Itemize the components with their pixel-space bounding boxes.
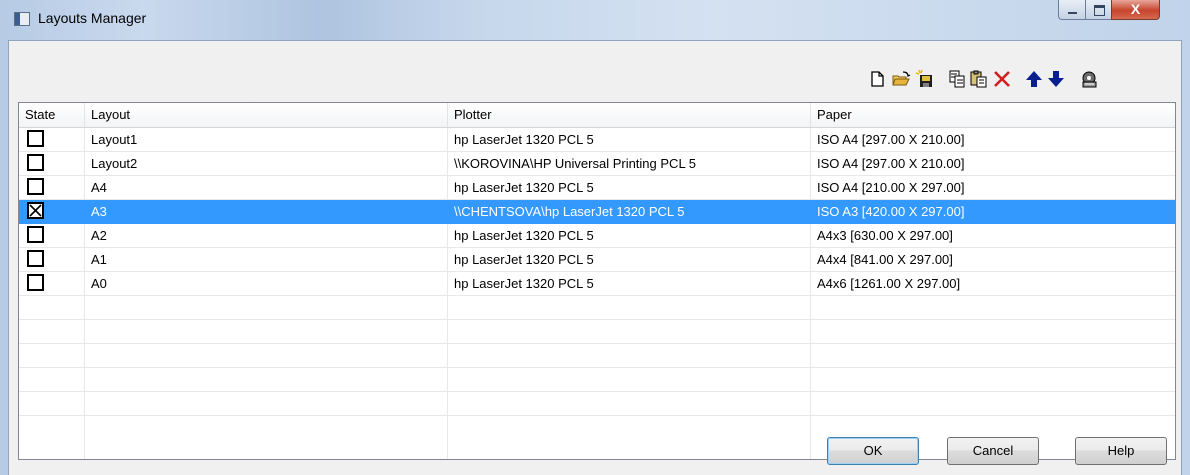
state-cell bbox=[19, 248, 85, 271]
state-checkbox[interactable] bbox=[27, 250, 44, 267]
empty-row bbox=[19, 344, 1175, 368]
table-row-selected[interactable]: A3 \\CHENTSOVA\hp LaserJet 1320 PCL 5 IS… bbox=[19, 200, 1175, 224]
table-row[interactable]: A4 hp LaserJet 1320 PCL 5 ISO A4 [210.00… bbox=[19, 176, 1175, 200]
plotter-cell: hp LaserJet 1320 PCL 5 bbox=[454, 180, 594, 195]
table-row[interactable]: Layout2 \\KOROVINA\HP Universal Printing… bbox=[19, 152, 1175, 176]
maximize-button[interactable] bbox=[1085, 0, 1112, 20]
layout-cell: A0 bbox=[91, 276, 107, 291]
header-state[interactable]: State bbox=[19, 103, 85, 127]
state-cell bbox=[19, 272, 85, 295]
table-row[interactable]: A2 hp LaserJet 1320 PCL 5 A4x3 [630.00 X… bbox=[19, 224, 1175, 248]
state-cell bbox=[19, 152, 85, 175]
close-icon: X bbox=[1130, 1, 1141, 17]
save-new-icon[interactable] bbox=[915, 69, 935, 89]
paper-cell: A4x3 [630.00 X 297.00] bbox=[817, 228, 953, 243]
plotter-cell: \\CHENTSOVA\hp LaserJet 1320 PCL 5 bbox=[454, 204, 685, 219]
state-checkbox[interactable] bbox=[27, 154, 44, 171]
plotter-cell: hp LaserJet 1320 PCL 5 bbox=[454, 132, 594, 147]
paper-cell: A4x6 [1261.00 X 297.00] bbox=[817, 276, 961, 291]
state-checkbox[interactable] bbox=[27, 178, 44, 195]
minimize-button[interactable] bbox=[1058, 0, 1086, 20]
dialog-client-area: State Layout Plotter Paper Layout1 hp La… bbox=[8, 40, 1182, 475]
paste-icon[interactable] bbox=[969, 69, 989, 89]
paper-cell: ISO A4 [297.00 X 210.00] bbox=[817, 132, 965, 147]
state-cell bbox=[19, 200, 85, 223]
paper-cell: ISO A3 [420.00 X 297.00] bbox=[817, 204, 965, 219]
state-checkbox-checked[interactable] bbox=[27, 202, 44, 219]
layout-cell: A4 bbox=[91, 180, 107, 195]
table-row[interactable]: A1 hp LaserJet 1320 PCL 5 A4x4 [841.00 X… bbox=[19, 248, 1175, 272]
plotter-cell: \\KOROVINA\HP Universal Printing PCL 5 bbox=[454, 156, 697, 171]
app-icon bbox=[14, 12, 30, 26]
paper-cell: ISO A4 [210.00 X 297.00] bbox=[817, 180, 965, 195]
move-up-icon[interactable] bbox=[1024, 69, 1044, 89]
cancel-button[interactable]: Cancel bbox=[947, 437, 1039, 465]
state-cell bbox=[19, 128, 85, 151]
header-paper[interactable]: Paper bbox=[811, 103, 1175, 127]
move-down-icon[interactable] bbox=[1046, 69, 1066, 89]
state-cell bbox=[19, 176, 85, 199]
help-button[interactable]: Help bbox=[1075, 437, 1167, 465]
state-checkbox[interactable] bbox=[27, 226, 44, 243]
layout-cell: Layout2 bbox=[91, 156, 138, 171]
delete-icon[interactable] bbox=[992, 69, 1012, 89]
table-header: State Layout Plotter Paper bbox=[19, 103, 1175, 128]
layouts-manager-window: Layouts Manager X State Layout Plotter P… bbox=[0, 0, 1190, 475]
paper-cell: A4x4 [841.00 X 297.00] bbox=[817, 252, 953, 267]
layouts-table: State Layout Plotter Paper Layout1 hp La… bbox=[18, 102, 1176, 460]
table-body: Layout1 hp LaserJet 1320 PCL 5 ISO A4 [2… bbox=[19, 128, 1175, 416]
new-icon[interactable] bbox=[867, 69, 887, 89]
empty-row bbox=[19, 392, 1175, 416]
state-checkbox[interactable] bbox=[27, 274, 44, 291]
state-cell bbox=[19, 224, 85, 247]
toolbar bbox=[9, 65, 1181, 93]
ok-button[interactable]: OK bbox=[827, 437, 919, 465]
layout-cell: A3 bbox=[91, 204, 107, 219]
layout-cell: A2 bbox=[91, 228, 107, 243]
plotter-cell: hp LaserJet 1320 PCL 5 bbox=[454, 276, 594, 291]
paper-cell: ISO A4 [297.00 X 210.00] bbox=[817, 156, 965, 171]
state-checkbox[interactable] bbox=[27, 130, 44, 147]
table-row[interactable]: A0 hp LaserJet 1320 PCL 5 A4x6 [1261.00 … bbox=[19, 272, 1175, 296]
empty-row bbox=[19, 296, 1175, 320]
close-button[interactable]: X bbox=[1111, 0, 1160, 20]
plotter-cell: hp LaserJet 1320 PCL 5 bbox=[454, 228, 594, 243]
window-title: Layouts Manager bbox=[38, 10, 147, 26]
plotter-cell: hp LaserJet 1320 PCL 5 bbox=[454, 252, 594, 267]
open-icon[interactable] bbox=[891, 69, 911, 89]
empty-row bbox=[19, 320, 1175, 344]
table-row[interactable]: Layout1 hp LaserJet 1320 PCL 5 ISO A4 [2… bbox=[19, 128, 1175, 152]
layout-cell: A1 bbox=[91, 252, 107, 267]
title-bar[interactable]: Layouts Manager X bbox=[0, 0, 1190, 40]
header-layout[interactable]: Layout bbox=[85, 103, 448, 127]
header-plotter[interactable]: Plotter bbox=[448, 103, 811, 127]
empty-row bbox=[19, 368, 1175, 392]
copy-icon[interactable] bbox=[947, 69, 967, 89]
layout-cell: Layout1 bbox=[91, 132, 138, 147]
settings-icon[interactable] bbox=[1079, 69, 1099, 89]
